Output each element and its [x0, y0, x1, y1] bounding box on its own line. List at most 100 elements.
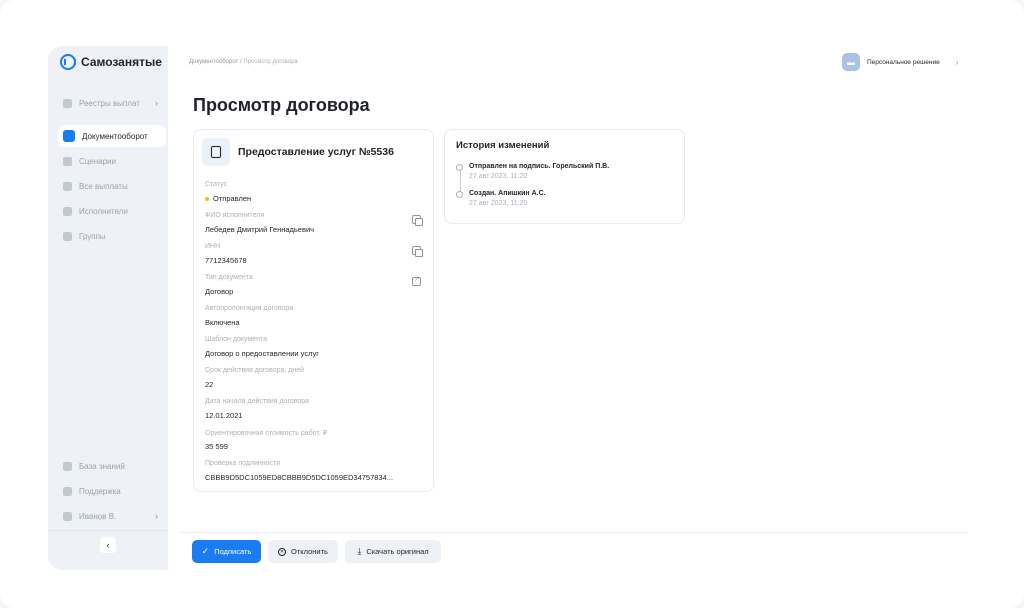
- field-value: Лебедев Дмитрий Геннадьевич: [205, 225, 315, 234]
- sidebar-item-registry[interactable]: Реестры выплат ›: [58, 92, 166, 114]
- sidebar-item-knowledge[interactable]: База знаний: [58, 455, 166, 477]
- field-authenticity: Проверка подлинности CBBB9D5DC1059ED8CBB…: [205, 460, 425, 482]
- field-label: ФИО исполнителя: [205, 212, 265, 219]
- sidebar-item-user[interactable]: Иванов В. ›: [58, 505, 166, 527]
- logo[interactable]: Самозанятые: [60, 54, 162, 70]
- field-label: ИНН: [205, 243, 221, 250]
- persona-label: Персональное решение: [867, 58, 940, 66]
- field-label: Дата начала действия договора: [205, 398, 310, 405]
- sidebar-item-documents[interactable]: Документооборот: [58, 125, 166, 147]
- chevron-right-icon: ›: [955, 57, 959, 67]
- field-term: Срок действия договора, дней 22: [205, 367, 425, 389]
- payments-icon: [63, 181, 72, 191]
- sidebar-item-label: Все выплаты: [79, 181, 128, 191]
- timeline-dot-icon: [456, 164, 463, 171]
- field-label: Статус: [205, 181, 228, 188]
- status-value: Отправлен: [213, 194, 252, 203]
- field-label: Автопролонгация договора: [205, 305, 294, 312]
- sidebar-item-label: Сценарии: [79, 156, 116, 166]
- field-status: Статус Отправлен: [205, 181, 425, 203]
- sign-button-label: Подписать: [214, 547, 252, 556]
- field-label: Проверка подлинности: [205, 460, 281, 467]
- sidebar-item-support[interactable]: Поддержка: [58, 480, 166, 502]
- field-label: Шаблон документа: [205, 336, 268, 343]
- download-icon: ⤓: [357, 546, 362, 556]
- timeline-dot-icon: [456, 191, 463, 198]
- field-label: Тип документа: [205, 274, 253, 281]
- field-value: Включена: [205, 318, 240, 327]
- user-icon: [63, 511, 72, 521]
- document-header: Предоставление услуг №5536: [202, 138, 394, 166]
- chevron-right-icon: ›: [155, 98, 158, 108]
- chevron-left-icon: ‹: [106, 540, 110, 550]
- field-value: 7712345678: [205, 256, 247, 265]
- page-title: Просмотр договора: [193, 95, 370, 115]
- external-link-icon[interactable]: [412, 275, 421, 286]
- field-doc-type: Тип документа Договор: [205, 274, 425, 296]
- history-item-time: 27 авг 2023, 11:20: [469, 173, 528, 180]
- reject-button-label: Отклонить: [291, 547, 328, 556]
- reject-button[interactable]: ✕ Отклонить: [268, 540, 338, 563]
- history-item-text: Создан. Апишкин А.С.: [469, 190, 546, 197]
- briefcase-icon: ▬: [842, 53, 860, 71]
- document-icon: [202, 138, 230, 166]
- check-icon: ✓: [201, 546, 210, 556]
- field-value: Договор: [205, 287, 234, 296]
- download-button-label: Скачать оригинал: [366, 547, 429, 556]
- document-card: Предоставление услуг №5536 Статус Отправ…: [193, 129, 434, 492]
- sidebar-item-label: Исполнители: [79, 206, 128, 216]
- groups-icon: [63, 231, 72, 241]
- persona-switcher[interactable]: ▬ Персональное решение ›: [842, 53, 958, 71]
- field-cost: Ориентировочная стоимость работ, ₽ 35 59…: [205, 429, 425, 451]
- sign-button[interactable]: ✓ Подписать: [192, 540, 261, 563]
- sidebar-item-performers[interactable]: Исполнители: [58, 200, 166, 222]
- status-dot-icon: [205, 196, 209, 201]
- field-start-date: Дата начала действия договора 12.01.2021: [205, 398, 425, 420]
- copy-icon[interactable]: [412, 246, 423, 257]
- document-title: Предоставление услуг №5536: [238, 146, 394, 158]
- collapse-sidebar-button[interactable]: ‹: [100, 537, 116, 553]
- sidebar-item-label: Реестры выплат: [79, 98, 140, 108]
- field-template: Шаблон документа Договор о предоставлени…: [205, 336, 425, 358]
- breadcrumb-separator: /: [239, 59, 242, 65]
- history-item: Отправлен на подпись. Горельский П.В. 27…: [456, 163, 676, 180]
- field-autoprolong: Автопролонгация договора Включена: [205, 305, 425, 327]
- history-card: История изменений Отправлен на подпись. …: [444, 129, 685, 224]
- sidebar-item-payments[interactable]: Все выплаты: [58, 175, 166, 197]
- copy-icon[interactable]: [412, 215, 423, 226]
- field-label: Ориентировочная стоимость работ, ₽: [205, 430, 328, 437]
- breadcrumb: Документооборот / Просмотр договора: [189, 59, 298, 65]
- actions-divider: [180, 532, 968, 533]
- sidebar-item-label: Документооборот: [82, 131, 148, 141]
- field-value: 22: [205, 380, 214, 389]
- field-value: 12.01.2021: [205, 411, 243, 420]
- breadcrumb-current: Просмотр договора: [243, 59, 298, 65]
- logo-text: Самозанятые: [81, 55, 162, 69]
- sidebar: Самозанятые Реестры выплат › Документооб…: [48, 46, 168, 570]
- field-value: 35 599: [205, 442, 228, 451]
- scenarios-icon: [63, 156, 72, 166]
- sidebar-item-label: База знаний: [79, 461, 125, 471]
- chevron-right-icon: ›: [155, 511, 158, 521]
- users-icon: [63, 206, 72, 216]
- field-value-wrap: Отправлен: [205, 194, 425, 203]
- field-inn: ИНН 7712345678: [205, 243, 425, 265]
- field-value: Договор о предоставлении услуг: [205, 349, 319, 358]
- breadcrumb-parent[interactable]: Документооборот: [189, 59, 238, 65]
- field-label: Срок действия договора, дней: [205, 367, 305, 374]
- registry-icon: [63, 98, 72, 108]
- documents-icon: [63, 130, 75, 142]
- support-icon: [63, 486, 72, 496]
- history-title: История изменений: [456, 140, 550, 151]
- knowledge-icon: [63, 461, 72, 471]
- field-value: CBBB9D5DC1059ED8CBBB9D5DC1059ED34757834.…: [205, 473, 394, 482]
- history-item-text: Отправлен на подпись. Горельский П.В.: [469, 163, 610, 170]
- logo-icon: [60, 54, 76, 70]
- sidebar-item-groups[interactable]: Группы: [58, 225, 166, 247]
- field-performer: ФИО исполнителя Лебедев Дмитрий Геннадье…: [205, 212, 425, 234]
- history-item-time: 27 авг 2023, 11:20: [469, 200, 528, 207]
- sidebar-divider: [48, 530, 168, 531]
- sidebar-item-label: Группы: [79, 231, 106, 241]
- sidebar-item-scenarios[interactable]: Сценарии: [58, 150, 166, 172]
- download-original-button[interactable]: ⤓ Скачать оригинал: [345, 540, 441, 563]
